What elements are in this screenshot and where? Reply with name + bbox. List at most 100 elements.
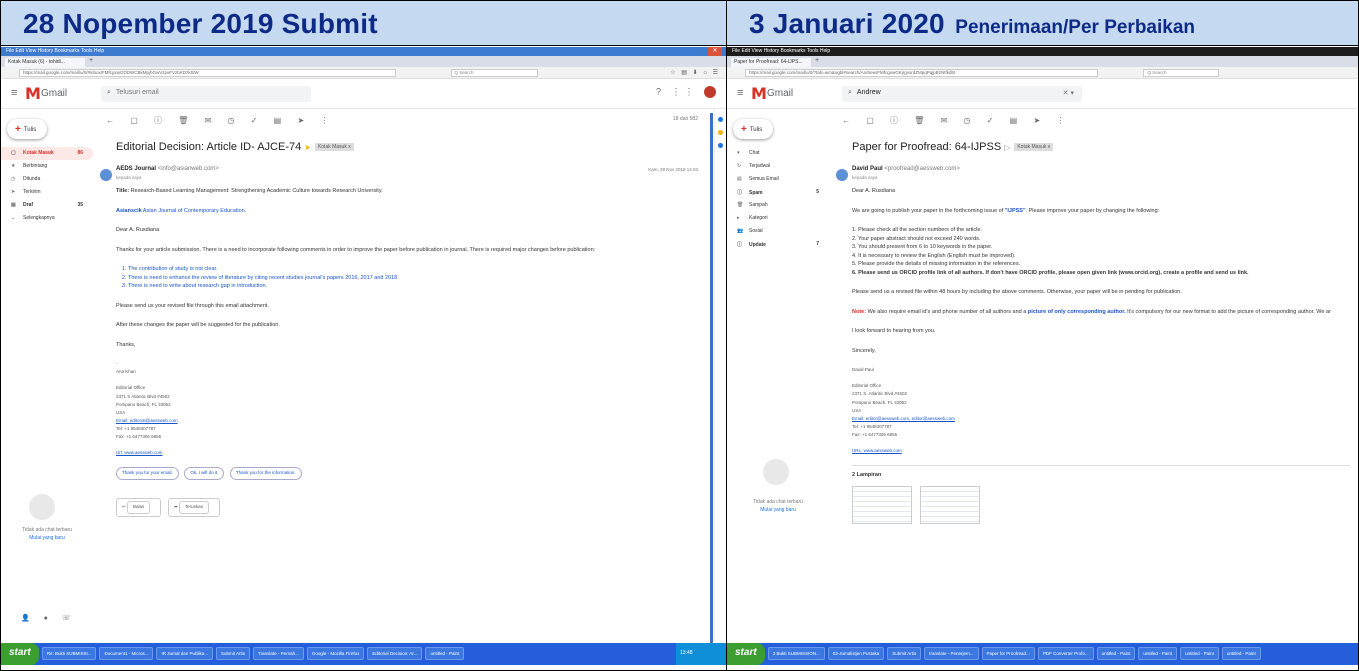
- email-toolbar[interactable]: ← ▢ ⓘ 🗑 ✉ ◷ ✓ ▤ ➤ ⋮: [106, 115, 335, 126]
- picture-requirement-link[interactable]: picture of only corresponding author.: [1028, 309, 1126, 315]
- signature-line: Fax: +1 6477306 6855: [852, 431, 898, 437]
- attachment-thumbnail[interactable]: [852, 485, 912, 524]
- nav-list: ▢ Kotak Masuk 86 ★ Berbintang ◷ Ditunda ➤ Terkir…: [1, 147, 93, 225]
- new-tab-icon[interactable]: +: [815, 57, 819, 64]
- taskbar-button[interactable]: untitled - Paint: [1221, 646, 1261, 660]
- taskbar-button[interactable]: untitled - Paint: [1138, 646, 1178, 660]
- browser-search-field[interactable]: Q Search: [450, 69, 538, 77]
- compose-label: Tulis: [749, 127, 763, 134]
- tasks-icon[interactable]: [718, 143, 723, 148]
- signature-line[interactable]: Email: editorial@aessweb.com: [116, 417, 706, 425]
- sidebar-item-ditunda[interactable]: ◷ Ditunda: [1, 173, 93, 186]
- taskbar-button[interactable]: untitled - Paint: [1096, 646, 1136, 660]
- nav-icon: ⓘ: [737, 242, 743, 248]
- signature-line[interactable]: URL: www.aessweb.com: [852, 447, 1350, 455]
- sidebar-item-draf[interactable]: ▤ Draf 35: [1, 199, 93, 212]
- start-button[interactable]: start: [1, 643, 39, 665]
- clear-search-icon[interactable]: ✕ ▾: [1063, 89, 1074, 97]
- signature-line: Editorial Office: [852, 383, 882, 389]
- taskbar-button[interactable]: Paper for Proofread...: [981, 646, 1035, 660]
- journal-name: Asian Journal of Contemporary Education.: [142, 207, 247, 214]
- main-menu-icon[interactable]: ≡: [11, 87, 17, 99]
- taskbar-button[interactable]: IR Jurnal dan Publika...: [156, 646, 213, 660]
- chat-empty-text: Tidak ada chat terbaru: [753, 499, 803, 505]
- system-tray: 13:48: [676, 643, 726, 665]
- attachment-thumbnail[interactable]: [920, 485, 980, 524]
- url-field[interactable]: https://mail.google.com/mail/u/0/#inbox/…: [19, 69, 396, 77]
- sidebar-item-spam[interactable]: ⓘ Spam 5: [727, 186, 829, 199]
- taskbar-button[interactable]: 3 Bukti SUBMISSION...: [767, 646, 825, 660]
- smart-reply-button[interactable]: Thank you for the information.: [229, 467, 302, 481]
- taskbar-button[interactable]: PDF Converter Profe...: [1037, 646, 1094, 660]
- important-marker-icon[interactable]: ➤: [304, 143, 311, 152]
- taskbar-button[interactable]: untitled - Paint: [1180, 646, 1219, 660]
- inbox-label[interactable]: Kotak Masuk x: [314, 143, 354, 152]
- email-toolbar[interactable]: ← ▢ ⓘ 🗑 ✉ ◷ ✓ ▤ ➤ ⋮: [842, 115, 1071, 126]
- gmail-logo-icon[interactable]: M: [751, 84, 767, 103]
- main-menu-icon[interactable]: ≡: [737, 87, 743, 99]
- smart-reply-button[interactable]: Thank you for your email.: [116, 467, 179, 481]
- sidebar-item-label: Ditunda: [23, 176, 41, 182]
- keep-icon[interactable]: [718, 130, 723, 135]
- reply-button[interactable]: ↩ Balas: [116, 498, 162, 518]
- taskbar-button[interactable]: Submit Artis: [887, 646, 922, 660]
- sidebar-item-berbintang[interactable]: ★ Berbintang: [1, 160, 93, 173]
- window-close-button[interactable]: ✕: [708, 47, 722, 56]
- sidebar-item-semua-email[interactable]: ▤ Semua Email: [727, 173, 829, 186]
- sidebar-item-sampah[interactable]: 🗑 Sampah: [727, 199, 829, 212]
- signature-line: Tel: +1 9548307787: [852, 423, 892, 429]
- taskbar-button[interactable]: Document1 - Micros...: [99, 646, 154, 660]
- important-marker-icon[interactable]: ▷: [1004, 143, 1010, 152]
- gmail-logo-icon[interactable]: M: [25, 84, 41, 103]
- smart-reply-button[interactable]: Ok, I will do it.: [184, 467, 225, 481]
- taskbar-button[interactable]: Submit Artis: [216, 646, 251, 660]
- forward-button[interactable]: ➦ Teruskan: [167, 498, 221, 518]
- url-field[interactable]: https://mail.google.com/mail/u/0/?tab=wm…: [745, 69, 1099, 77]
- sidebar-item-chat[interactable]: ▾ Chat: [727, 147, 829, 160]
- browser-tab[interactable]: Paper for Proofread: 64-IJPS...: [731, 58, 811, 67]
- compose-button[interactable]: + Tulis: [733, 119, 773, 139]
- sidebar-item-selengkapnya[interactable]: ⌄ Selengkapnya: [1, 212, 93, 225]
- taskbar-button[interactable]: translate - Penerjem...: [924, 646, 979, 660]
- browser-search-field[interactable]: Q Search: [1143, 69, 1220, 77]
- taskbar-button[interactable]: Re: Bukti SUBMISSI...: [41, 646, 97, 660]
- inbox-label[interactable]: Kotak Masuk x: [1014, 143, 1054, 152]
- chat-start-link[interactable]: Mulai yang baru: [1, 535, 93, 541]
- sidebar-item-kategori[interactable]: ▸ Kategori: [727, 212, 829, 225]
- sidebar-item-sosial[interactable]: 👥 Sosial: [727, 225, 829, 238]
- browser-toolbar-icons[interactable]: ☆ ▤ ⬇ ⌂ ☰: [670, 69, 720, 76]
- right-header-subtitle: Penerimaan/Per Perbaikan: [955, 17, 1196, 38]
- sidebar-item-kotak-masuk[interactable]: ▢ Kotak Masuk 86: [1, 147, 93, 160]
- gmail-search-input[interactable]: ⌕ Andrew ✕ ▾: [842, 86, 1082, 102]
- recipient-line[interactable]: kepada saya: [116, 175, 142, 180]
- chat-start-link[interactable]: Mulai yang baru: [727, 507, 829, 513]
- scrollbar[interactable]: [710, 113, 713, 665]
- taskbar-button[interactable]: untitled - Paint: [425, 646, 465, 660]
- comments-list: The contribution of study is not clear. …: [116, 265, 706, 291]
- nav-icon: ▢: [11, 150, 16, 156]
- email-view: ← ▢ ⓘ 🗑 ✉ ◷ ✓ ▤ ➤ ⋮ 18 dari 582 Editoria…: [96, 109, 714, 643]
- calendar-icon[interactable]: [718, 117, 723, 122]
- signature-line[interactable]: Email: editor@aessweb.com, editor@aesswe…: [852, 415, 1350, 423]
- recipient-line[interactable]: kepada saya: [852, 175, 878, 180]
- sidebar-item-terkirim[interactable]: ➤ Terkirim: [1, 186, 93, 199]
- taskbar-button[interactable]: Translate - Pernah...: [253, 646, 304, 660]
- header-actions[interactable]: ? ⋮⋮: [656, 86, 716, 98]
- account-avatar[interactable]: [704, 86, 716, 98]
- requirement-item: 3. You should present from 6 to 10 keywo…: [852, 244, 993, 251]
- taskbar-button[interactable]: Google - Mozilla Firefox: [306, 646, 365, 660]
- journal-link[interactable]: Asianscik: [116, 208, 142, 214]
- browser-tab[interactable]: Kotak Masuk (6) - tohidi...: [5, 58, 85, 67]
- chat-footer-icons[interactable]: 👤 ● ☏: [21, 614, 77, 622]
- signature-line[interactable]: Url: www.aessweb.com: [116, 449, 706, 457]
- sidebar-item-label: Terjadwal: [749, 163, 771, 169]
- search-icon: ⌕: [848, 89, 852, 96]
- sidebar-item-terjadwal[interactable]: ↻ Terjadwal: [727, 160, 829, 173]
- gmail-search-input[interactable]: ⌕ Telusuri email: [101, 86, 311, 102]
- start-button[interactable]: start: [727, 643, 765, 665]
- new-tab-icon[interactable]: +: [89, 57, 93, 64]
- compose-button[interactable]: + Tulis: [7, 119, 47, 139]
- sidebar-item-update[interactable]: ⓘ Update 7: [727, 238, 829, 251]
- taskbar-button[interactable]: Editorial Decision: Ar...: [367, 646, 423, 660]
- taskbar-button[interactable]: 03-Jumalistjen Pustaka: [827, 646, 885, 660]
